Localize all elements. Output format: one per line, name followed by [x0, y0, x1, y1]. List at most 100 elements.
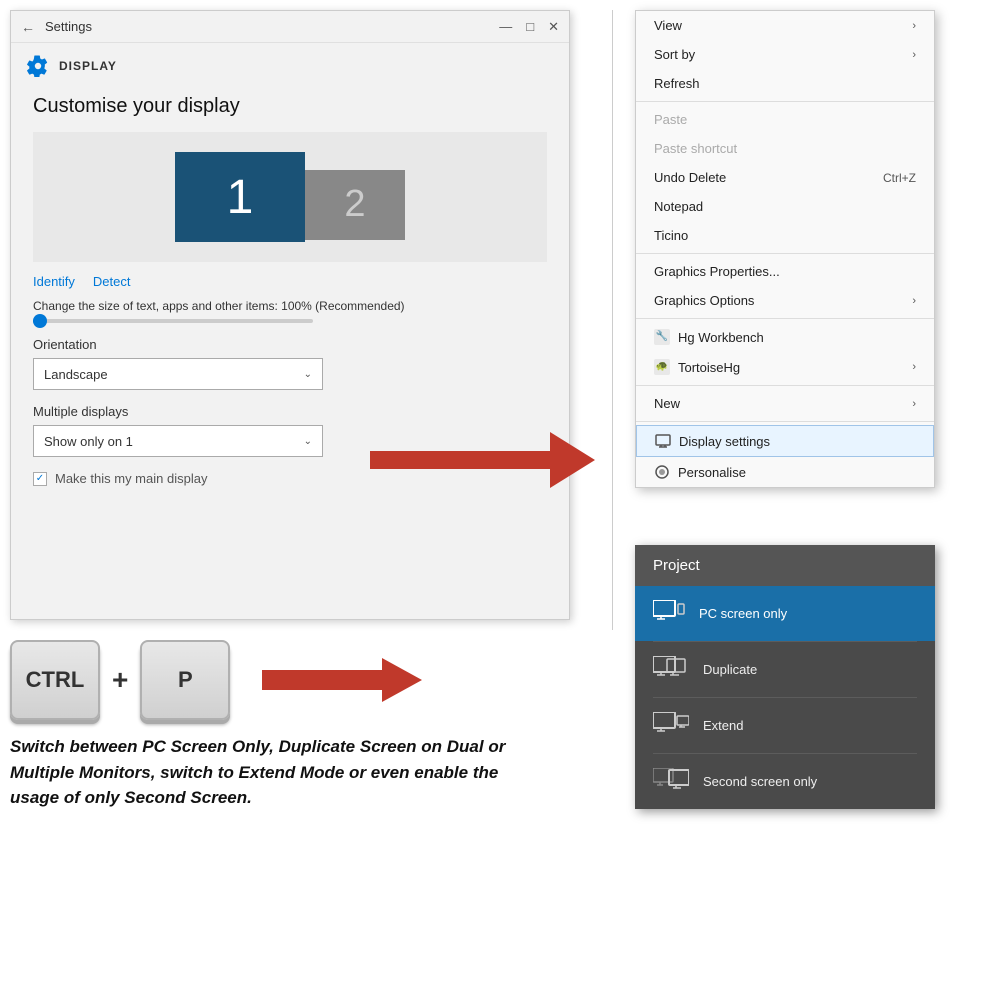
orientation-label: Orientation [33, 337, 547, 352]
chevron-down-icon-2: ⌄ [304, 436, 312, 447]
chevron-right-icon: › [912, 398, 916, 410]
project-item-extend[interactable]: Extend [635, 698, 935, 753]
duplicate-label: Duplicate [703, 662, 757, 677]
divider [612, 10, 613, 630]
menu-notepad-label: Notepad [654, 199, 703, 214]
arrow-indicator [370, 440, 620, 480]
duplicate-icon [653, 656, 689, 683]
slider-track [33, 319, 313, 323]
menu-refresh-label: Refresh [654, 76, 700, 91]
chevron-right-icon: › [912, 361, 916, 373]
section-label: DISPLAY [59, 59, 117, 73]
project-header: Project [635, 545, 935, 586]
multiple-displays-dropdown[interactable]: Show only on 1 ⌄ [33, 425, 323, 457]
project-panel: Project PC screen only Duplicate Extend … [635, 545, 935, 809]
window-title: Settings [45, 19, 499, 34]
second-screen-label: Second screen only [703, 774, 817, 789]
menu-item-new[interactable]: New › [636, 389, 934, 418]
pc-screen-icon [653, 600, 685, 627]
display-icon [655, 433, 671, 449]
menu-graphics-props-label: Graphics Properties... [654, 264, 780, 279]
menu-undo-label: Undo Delete [654, 170, 726, 185]
chevron-down-icon: ⌄ [304, 369, 312, 380]
menu-separator-5 [636, 421, 934, 422]
ctrl-key: CTRL [10, 640, 100, 720]
title-bar: ← Settings — □ ✕ [11, 11, 569, 43]
menu-paste-shortcut-label: Paste shortcut [654, 141, 737, 156]
chevron-right-icon: › [912, 49, 916, 61]
gear-icon [27, 55, 49, 77]
main-display-checkbox[interactable]: ✓ [33, 472, 47, 486]
menu-personalise-label: Personalise [678, 465, 746, 480]
window-controls: — □ ✕ [499, 19, 559, 35]
menu-view-label: View [654, 18, 682, 33]
menu-item-graphics-props[interactable]: Graphics Properties... [636, 257, 934, 286]
menu-hg-label: Hg Workbench [678, 330, 764, 345]
description-text: Switch between PC Screen Only, Duplicate… [10, 734, 530, 811]
menu-display-settings-label: Display settings [679, 434, 770, 449]
menu-separator [636, 101, 934, 102]
menu-item-sort[interactable]: Sort by › [636, 40, 934, 69]
menu-separator-2 [636, 253, 934, 254]
arrow-body [370, 451, 550, 469]
chevron-right-icon: › [912, 20, 916, 32]
menu-item-hg[interactable]: 🔧 Hg Workbench [636, 322, 934, 352]
menu-item-paste: Paste [636, 105, 934, 134]
project-item-pc-screen[interactable]: PC screen only [635, 586, 935, 641]
shortcut-area: CTRL + P Switch between PC Screen Only, … [10, 630, 570, 821]
arrow-head [550, 432, 595, 488]
pc-screen-label: PC screen only [699, 606, 787, 621]
monitor-1: 1 [175, 152, 305, 242]
menu-item-display-settings[interactable]: Display settings [636, 425, 934, 457]
menu-sort-label: Sort by [654, 47, 695, 62]
menu-undo-shortcut: Ctrl+Z [883, 171, 916, 185]
menu-item-notepad[interactable]: Notepad [636, 192, 934, 221]
arrow-shaft [262, 670, 382, 690]
menu-item-refresh[interactable]: Refresh [636, 69, 934, 98]
scale-slider[interactable] [33, 319, 547, 323]
project-item-duplicate[interactable]: Duplicate [635, 642, 935, 697]
menu-graphics-options-label: Graphics Options [654, 293, 754, 308]
detect-link[interactable]: Detect [93, 274, 131, 289]
menu-item-ticino[interactable]: Ticino [636, 221, 934, 250]
slider-thumb [33, 314, 47, 328]
identify-link[interactable]: Identify [33, 274, 75, 289]
menu-separator-4 [636, 385, 934, 386]
hg-icon: 🔧 [654, 329, 670, 345]
menu-item-personalise[interactable]: Personalise [636, 457, 934, 487]
menu-tortoise-label: TortoiseHg [678, 360, 740, 375]
menu-new-label: New [654, 396, 680, 411]
menu-paste-label: Paste [654, 112, 687, 127]
menu-separator-3 [636, 318, 934, 319]
scale-label: Change the size of text, apps and other … [33, 299, 547, 313]
maximize-button[interactable]: □ [526, 19, 534, 35]
display-preview: 1 2 [33, 132, 547, 262]
context-menu: View › Sort by › Refresh Paste Paste sho… [635, 10, 935, 488]
close-button[interactable]: ✕ [548, 19, 559, 35]
extend-label: Extend [703, 718, 743, 733]
monitor-2: 2 [305, 170, 405, 240]
identify-detect-row: Identify Detect [33, 274, 547, 289]
extend-icon [653, 712, 689, 739]
tortoise-icon: 🐢 [654, 359, 670, 375]
menu-item-view[interactable]: View › [636, 11, 934, 40]
back-button[interactable]: ← [21, 19, 35, 35]
menu-item-tortoise[interactable]: 🐢 TortoiseHg › [636, 352, 934, 382]
section-header: DISPLAY [11, 43, 569, 85]
keys-row: CTRL + P [10, 640, 422, 720]
settings-content: Customise your display 1 2 Identify Dete… [11, 85, 569, 496]
paint-icon [654, 464, 670, 480]
menu-ticino-label: Ticino [654, 228, 688, 243]
orientation-dropdown[interactable]: Landscape ⌄ [33, 358, 323, 390]
page-title: Customise your display [33, 95, 547, 118]
chevron-right-icon: › [912, 295, 916, 307]
menu-item-graphics-options[interactable]: Graphics Options › [636, 286, 934, 315]
main-display-label: Make this my main display [55, 471, 207, 486]
minimize-button[interactable]: — [499, 19, 512, 35]
arrow-right-container [262, 658, 422, 702]
project-item-second-screen[interactable]: Second screen only [635, 754, 935, 809]
plus-sign: + [112, 664, 128, 696]
menu-item-undo[interactable]: Undo Delete Ctrl+Z [636, 163, 934, 192]
settings-window: ← Settings — □ ✕ DISPLAY Customise your … [10, 10, 570, 620]
orientation-value: Landscape [44, 367, 108, 382]
